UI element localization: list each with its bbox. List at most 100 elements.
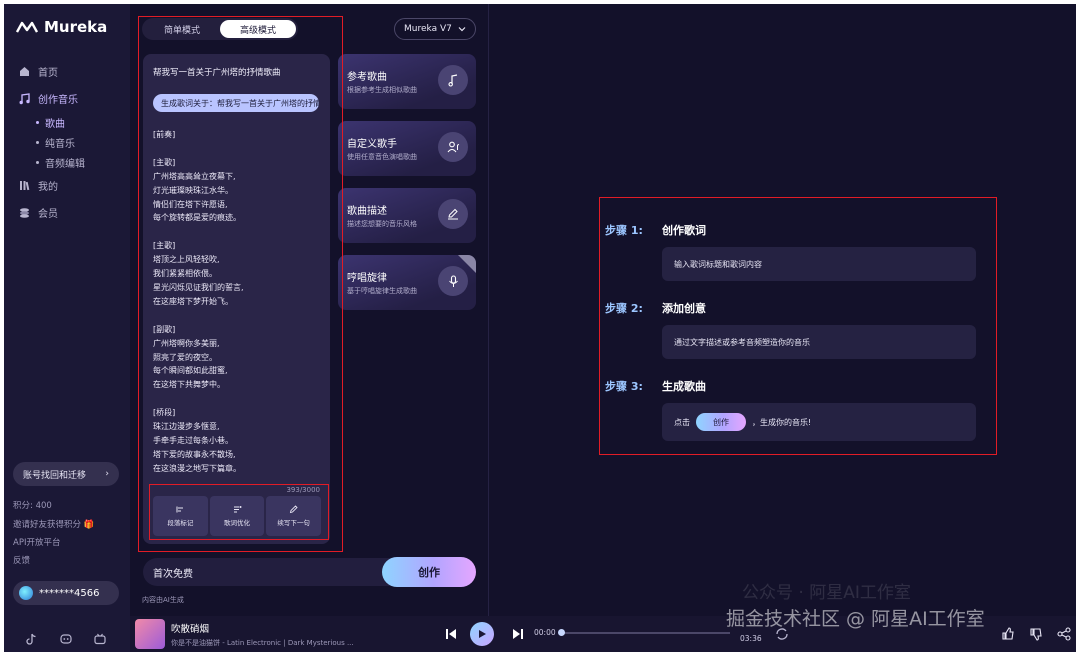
ai-generated-note: 内容由AI生成 [142,596,184,604]
tool-label: 歌词优化 [224,519,250,527]
share-icon[interactable] [1056,626,1072,642]
sidebar-item-label: 我的 [38,182,58,193]
edit-icon [438,199,468,229]
feature-custom-singer[interactable]: 自定义歌手 使用任意音色演唱歌曲 [338,121,476,176]
create-button[interactable]: 创作 [382,557,476,587]
chevron-right-icon: › [105,469,109,479]
step-1-description: 输入歌词标题和歌词内容 [662,247,976,281]
invite-link[interactable]: 邀请好友获得积分 🎁 [13,518,94,530]
watermark: 掘金技术社区 @ 阿星AI工作室 [726,608,985,630]
lyrics-editor[interactable]: 帮我写一首关于广州塔的抒情歌曲 生成歌词关于：帮我写一首关于广州塔的抒情歌曲 [… [143,54,330,544]
feature-humming[interactable]: 哼唱旋律 基于哼唱旋律生成歌曲 [338,255,476,310]
feature-reference-song[interactable]: 参考歌曲 根据参考生成相似歌曲 [338,54,476,109]
invite-label: 邀请好友获得积分 [13,520,82,530]
step-2-title: 添加创意 [662,302,706,315]
char-counter: 393/3000 [286,486,320,494]
feedback-link[interactable]: 反馈 [13,554,30,566]
tool-label: 续写下一句 [277,519,310,527]
sidebar-subitem-label: 歌曲 [45,118,65,130]
bullet-icon [36,120,39,124]
user-name: *******4566 [39,587,100,599]
sidebar-item-label: 创作音乐 [38,95,78,106]
sidebar-item-label: 首页 [38,68,58,79]
step-1-title: 创作歌词 [662,224,706,237]
social-links [26,630,106,645]
previous-icon[interactable] [443,626,459,642]
step-description-text: 通过文字描述或参考音频塑造你的音乐 [674,337,810,347]
track-subtitle: 你是不是油猫饼 - Latin Electronic | Dark Myster… [171,639,354,647]
step-3-title: 生成歌曲 [662,380,706,393]
user-account-pill[interactable]: *******4566 [13,581,119,605]
model-select-value: Mureka V7 [404,24,452,34]
home-icon [18,66,30,78]
sidebar-item-create-music[interactable]: 创作音乐 [18,85,128,112]
sidebar-item-member[interactable]: 会员 [18,199,128,226]
tab-simple-mode[interactable]: 简单模式 [144,20,220,38]
step-create-button[interactable]: 创作 [696,413,746,431]
logo[interactable]: Mureka [16,18,107,36]
lyrics-optimize-icon [233,506,241,513]
thumbs-down-icon[interactable] [1028,626,1044,642]
track-cover[interactable] [135,619,165,649]
music-note-icon [438,65,468,95]
sidebar-subitem-instrumental[interactable]: 纯音乐 [18,132,128,152]
feature-subtitle: 基于哼唱旋律生成歌曲 [347,287,417,295]
sidebar-item-home[interactable]: 首页 [18,58,128,85]
discord-icon[interactable] [60,630,72,644]
paragraph-mark-icon [176,506,183,513]
paragraph-mark-button[interactable]: 段落标记 [153,496,208,536]
feature-title: 自定义歌手 [347,139,397,150]
account-recover-button[interactable]: 账号找回和迁移 › [13,462,119,486]
pencil-icon [290,505,298,514]
tab-advanced-mode[interactable]: 高级模式 [220,20,296,38]
step-3-label: 步骤 3: [605,380,643,393]
app-window: Mureka 首页 创作音乐 歌曲 纯音乐 音频编辑 我的 会员 账号找回和迁移… [4,4,1076,652]
feature-subtitle: 根据参考生成相似歌曲 [347,86,417,94]
step-description-text: 输入歌词标题和歌词内容 [674,259,762,269]
step-description-after: ，生成你的音乐! [752,417,812,427]
thumbs-up-icon[interactable] [1000,626,1016,642]
sidebar-subitem-label: 纯音乐 [45,138,75,150]
feature-song-description[interactable]: 歌曲描述 描述您想要的音乐风格 [338,188,476,243]
feature-title: 哼唱旋律 [347,273,387,284]
api-platform-link[interactable]: API开放平台 [13,536,60,548]
member-icon [18,207,30,219]
sidebar-subitem-audio-edit[interactable]: 音频编辑 [18,152,128,172]
track-title[interactable]: 吹散硝烟 [171,621,209,635]
sidebar-subitem-song[interactable]: 歌曲 [18,112,128,132]
bullet-icon [36,160,39,164]
library-icon [18,180,30,192]
continue-writing-button[interactable]: 续写下一句 [266,496,322,536]
bilibili-icon[interactable] [94,630,106,645]
model-select[interactable]: Mureka V7 [394,18,476,40]
step-1-label: 步骤 1: [605,224,643,237]
logo-text: Mureka [44,18,108,36]
tool-label: 段落标记 [167,519,194,527]
play-button[interactable] [470,622,494,646]
sidebar-item-mine[interactable]: 我的 [18,172,128,199]
account-recover-label: 账号找回和迁移 [23,470,87,481]
mureka-logo-icon [16,21,38,33]
next-icon[interactable] [510,626,526,642]
step-2-description: 通过文字描述或参考音频塑造你的音乐 [662,325,976,359]
feature-subtitle: 使用任意音色演唱歌曲 [347,153,417,161]
singer-icon [438,132,468,162]
feature-title: 歌曲描述 [347,206,387,217]
generate-lyrics-chip[interactable]: 生成歌词关于：帮我写一首关于广州塔的抒情歌曲 [153,94,319,112]
progress-bar[interactable] [560,632,730,634]
step-description-before: 点击 [674,417,690,427]
step-3-description: 点击 创作 ，生成你的音乐! [662,403,976,441]
tiktok-icon[interactable] [26,630,38,645]
chevron-down-icon [458,27,466,32]
free-credit-bar: 首次免费 [143,558,413,586]
progress-handle[interactable] [558,629,565,636]
lyrics-text[interactable]: [前奏] [主歌] 广州塔高高耸立夜幕下, 灯光璀璨映珠江水华。 情侣们在塔下许… [153,128,323,476]
avatar [19,586,33,600]
total-time: 03:36 [740,634,762,643]
current-time: 00:00 [534,628,556,637]
watermark-background: 公众号 · 阿星AI工作室 [742,583,911,603]
lyrics-optimize-button[interactable]: 歌词优化 [209,496,265,536]
music-note-icon [18,92,30,105]
points-text: 积分: 400 [13,501,52,511]
panel-divider [488,4,489,616]
